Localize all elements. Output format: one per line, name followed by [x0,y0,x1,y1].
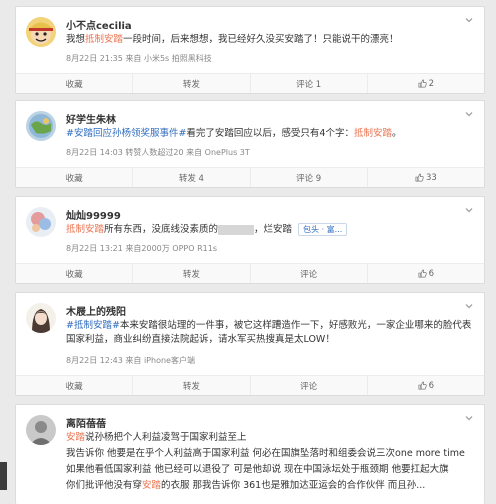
like-count: 33 [425,172,437,183]
avatar[interactable] [26,111,56,141]
post-meta: 8月22日 14:03 转赞人数超过20 来自 OnePlus 3T [66,148,250,157]
like-button[interactable]: 33 [368,168,484,187]
topic-link[interactable]: #抵制安踏# [66,320,120,331]
thumbs-up-icon [418,79,427,88]
text-segment: 看完了安踏回应以后，感受只有4个字： [186,128,354,139]
avatar[interactable] [26,17,56,47]
like-button[interactable]: 6 [368,264,484,283]
post-card: 灿灿99999 抵制安踏所有东西，没底线没素质的 ，烂安踏 包头 · 富... 8月… [15,196,485,284]
action-bar: 收藏 转发 评论 6 [16,263,484,283]
text-segment: 说孙杨把个人利益凌驾于国家利益至上 [85,432,247,443]
repost-button[interactable]: 转发 4 [133,168,251,187]
user-name[interactable]: 木屐上的残阳 [66,303,126,318]
collect-button[interactable]: 收藏 [16,74,134,93]
post-card: 离陌蓓蓓 安踏说孙杨把个人利益凌驾于国家利益至上 我告诉你 他要是在乎个人利益高… [15,404,485,504]
text-segment: 的衣服 那我告诉你 361也是雅加达亚运会的合作伙伴 而且孙... [161,480,426,491]
text-segment: 。 [391,128,402,139]
user-name[interactable]: 小不点cecilia [66,17,132,32]
post-meta: 8月22日 13:21 来自2000万 OPPO R11s [66,244,218,253]
text-line: 你们批评他没有穿安踏的衣服 那我告诉你 361也是雅加达亚运会的合作伙伴 而且孙… [66,479,474,493]
window-edge [0,462,7,490]
post-text: 抵制安踏所有东西，没底线没素质的 ，烂安踏 包头 · 富... [66,223,474,237]
user-name[interactable]: 灿灿99999 [66,207,121,222]
comment-button[interactable]: 评论 1 [251,74,368,93]
user-name[interactable]: 离陌蓓蓓 [66,415,106,430]
repost-button[interactable]: 转发 [133,376,251,395]
comment-button[interactable]: 评论 9 [251,168,368,187]
text-segment: 我想 [66,34,86,45]
post-card: 小不点cecilia 我想抵制安踏一段时间，后来想想，我已经好久没买安踏了！只能… [15,6,485,94]
text-line: 如果他看低国家利益 他已经可以退役了 可是他却说 现在中国泳坛处于瓶颈期 他要扛… [66,464,449,475]
collect-button[interactable]: 收藏 [16,376,134,395]
avatar[interactable] [26,415,56,445]
post-card: 木屐上的残阳 #抵制安踏#本来安踏很站理的一件事，被它这样蹧造作一下，好感败光，… [15,292,485,396]
post-meta: 8月22日 21:35 来自 小米5s 拍照黑科技 [66,54,212,63]
blurred-image [218,224,255,235]
text-segment: 本来安踏很站理的一件事，被它这样蹧造作一下，好感败光，一家企业哪来的脸代表国家利… [66,320,472,345]
collect-button[interactable]: 收藏 [16,264,134,283]
text-segment: 所有东西，没底线没素质的 [104,224,219,235]
topic-link[interactable]: 安踏 [66,432,85,443]
text-segment: 一段时间，后来想想，我已经好久没买安踏了！只能说干的漂亮！ [123,34,399,45]
topic-link[interactable]: 抵制安踏 [85,34,123,45]
thumbs-up-icon [415,173,424,182]
action-bar: 收藏 转发 评论 6 [16,375,484,395]
like-count: 6 [428,380,435,391]
post-meta: 8月22日 12:43 来自 iPhone客户端 [66,356,195,365]
location-label: 包头 · 富... [303,225,343,234]
repost-button[interactable]: 转发 [133,264,251,283]
topic-link[interactable]: 抵制安踏 [66,224,104,235]
comment-button[interactable]: 评论 [251,264,368,283]
post-text: #安踏回应孙杨领奖服事件#看完了安踏回应以后，感受只有4个字：抵制安踏。 [66,127,474,141]
chevron-down-icon[interactable] [464,413,474,423]
post-text: 我想抵制安踏一段时间，后来想想，我已经好久没买安踏了！只能说干的漂亮！ [66,33,474,47]
post-text: 安踏说孙杨把个人利益凌驾于国家利益至上 我告诉你 他要是在乎个人利益高于国家利益… [66,431,474,493]
like-count: 2 [428,78,435,89]
topic-link[interactable]: 安踏 [142,480,161,491]
chevron-down-icon[interactable] [464,15,474,25]
thumbs-up-icon [418,269,427,278]
like-count: 6 [428,268,435,279]
topic-link[interactable]: #安踏回应孙杨领奖服事件# [66,128,186,139]
text-line: 我告诉你 他要是在乎个人利益高于国家利益 何必在国旗坠落时和组委会说三次one … [66,448,465,459]
text-segment: 你们批评他没有穿 [66,480,143,491]
comment-button[interactable]: 评论 [251,376,368,395]
chevron-down-icon[interactable] [464,301,474,311]
chevron-down-icon[interactable] [464,109,474,119]
post-text: #抵制安踏#本来安踏很站理的一件事，被它这样蹧造作一下，好感败光，一家企业哪来的… [66,319,474,347]
chevron-down-icon[interactable] [464,205,474,215]
action-bar: 收藏 转发 评论 1 2 [16,73,484,93]
topic-link[interactable]: 抵制安踏 [354,128,392,139]
repost-button[interactable]: 转发 [133,74,251,93]
text-line: 安踏说孙杨把个人利益凌驾于国家利益至上 [66,431,474,445]
like-button[interactable]: 6 [368,376,484,395]
location-chip[interactable]: 包头 · 富... [298,223,348,236]
action-bar: 收藏 转发 4 评论 9 33 [16,167,484,187]
post-card: 好学生朱林 #安踏回应孙杨领奖服事件#看完了安踏回应以后，感受只有4个字：抵制安… [15,100,485,188]
avatar[interactable] [26,207,56,237]
like-button[interactable]: 2 [368,74,484,93]
text-segment: ，烂安踏 [254,224,293,235]
thumbs-up-icon [418,381,427,390]
avatar[interactable] [26,303,56,333]
collect-button[interactable]: 收藏 [16,168,134,187]
user-name[interactable]: 好学生朱林 [66,111,116,126]
